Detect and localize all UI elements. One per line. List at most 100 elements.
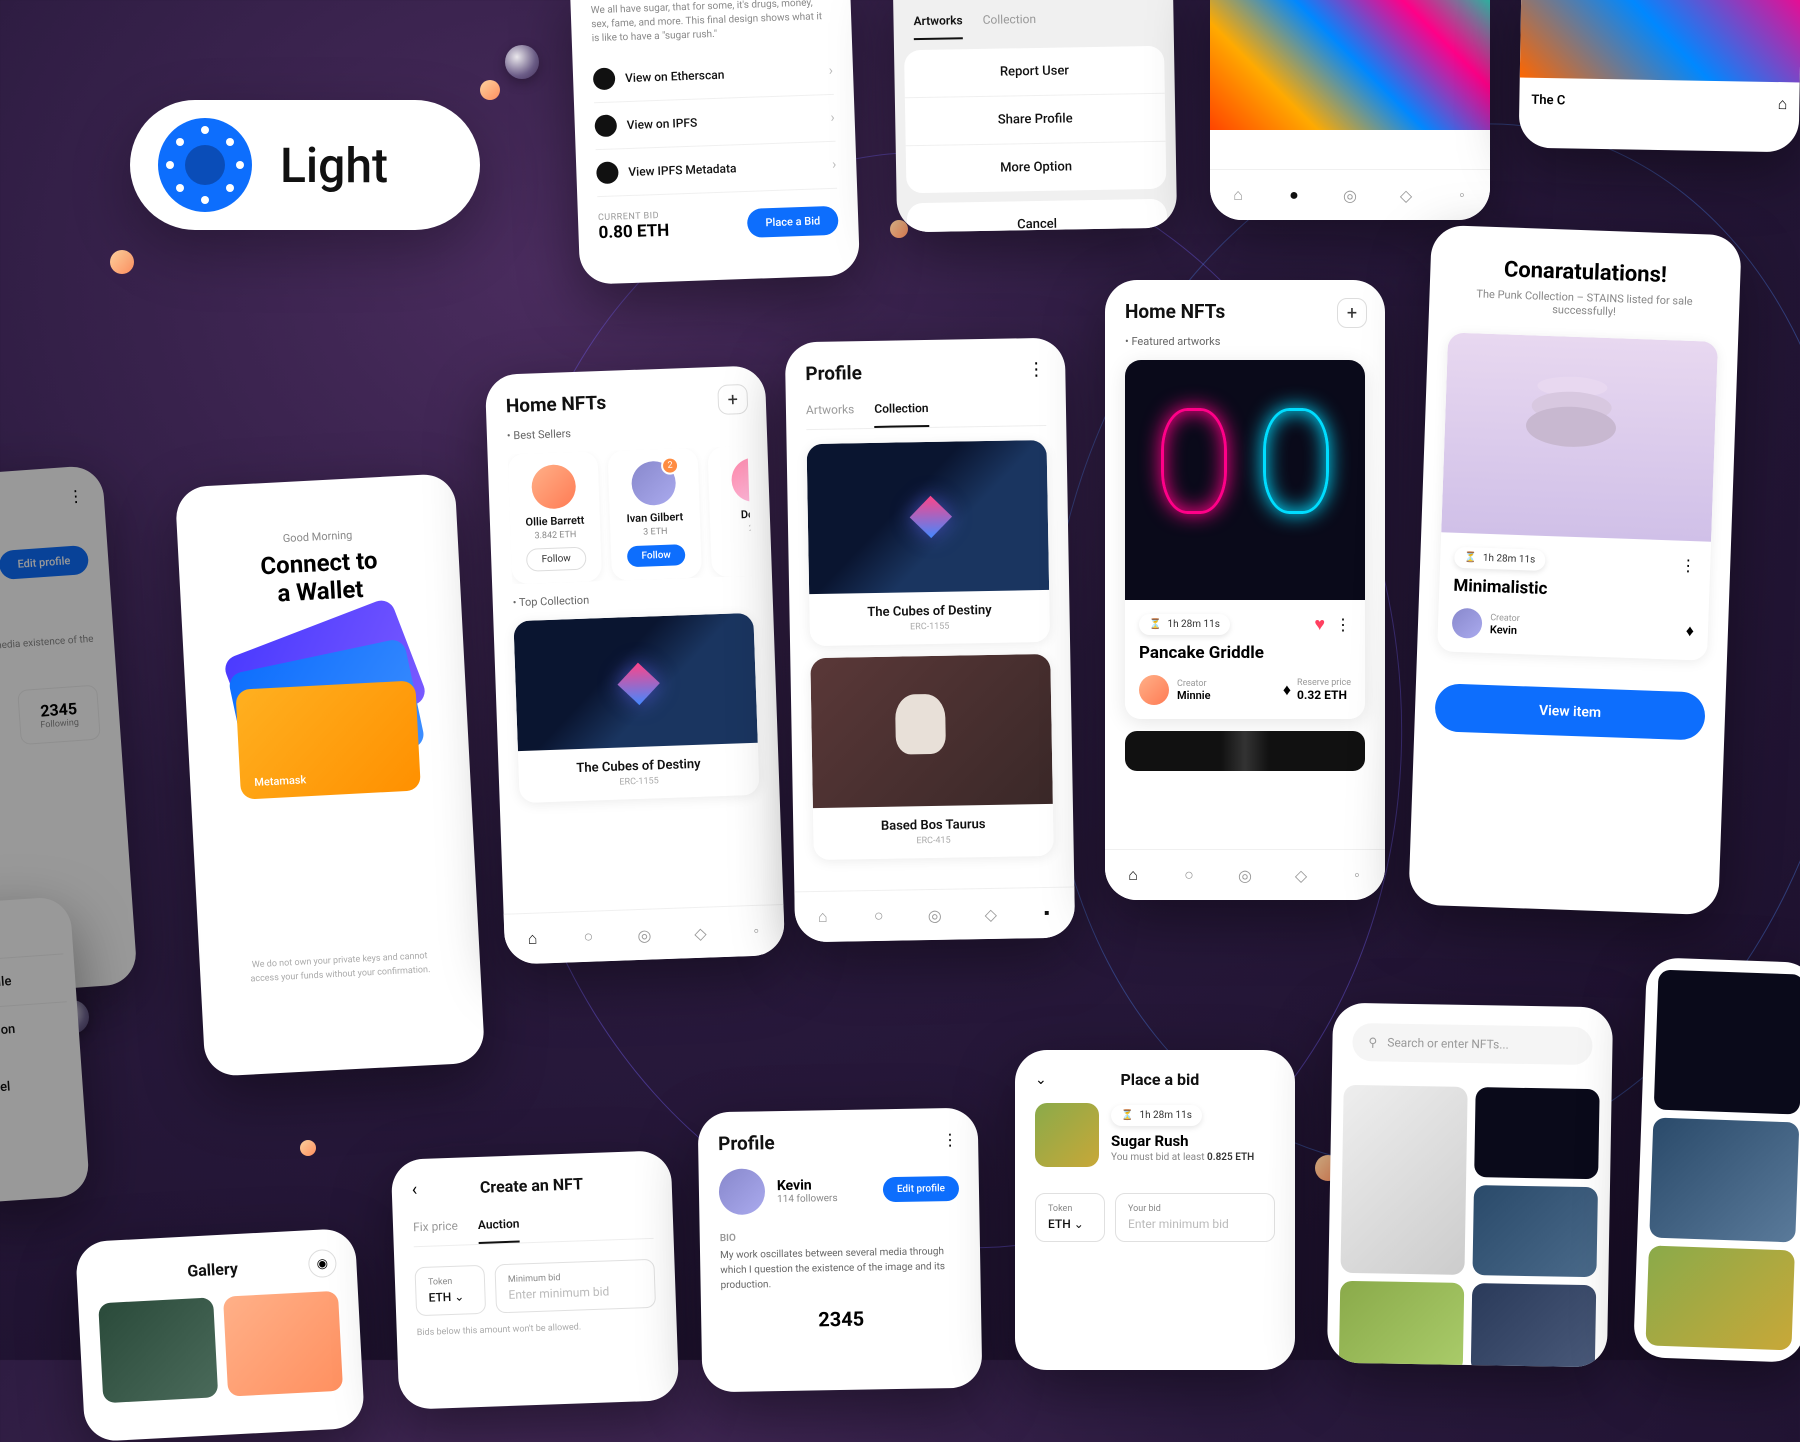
favorite-button[interactable]: ♥ — [1314, 614, 1325, 635]
profile-icon[interactable]: ◦ — [1451, 184, 1473, 206]
avatar — [531, 464, 577, 510]
gallery-item[interactable] — [98, 1297, 218, 1403]
action-item[interactable]: t User — [0, 907, 63, 963]
profile-icon[interactable]: ◦ — [745, 920, 768, 943]
token-select[interactable]: Token ETH ⌄ — [414, 1265, 486, 1316]
wallet-card-metamask[interactable]: Metamask — [235, 680, 421, 799]
screen-profile-collection: Profile ⋮ Artworks Collection The Cubes … — [785, 338, 1075, 943]
ipfs-icon — [594, 114, 617, 137]
follow-button[interactable]: Follow — [526, 547, 586, 572]
profile-icon[interactable]: ◦ — [1346, 864, 1368, 886]
action-report[interactable]: Report User — [904, 46, 1165, 99]
camera-icon[interactable]: ◉ — [308, 1249, 337, 1278]
listed-nft-card[interactable]: ⏳ 1h 28m 11s ⋮ Minimalistic Creator Kevi… — [1437, 332, 1718, 660]
grid-thumb[interactable] — [1645, 1245, 1794, 1350]
home-icon[interactable]: ⌂ — [1122, 864, 1144, 886]
minimum-bid-input[interactable]: Minimum bid Enter minimum bid — [494, 1259, 656, 1314]
compass-icon[interactable]: ◎ — [924, 904, 946, 926]
tab-collection[interactable]: Collection — [874, 391, 929, 428]
price-value: 0.32 ETH — [1297, 688, 1351, 702]
more-icon[interactable]: ⋮ — [1027, 359, 1045, 380]
edit-profile-button[interactable]: Edit profile — [883, 1175, 959, 1201]
home-icon[interactable]: ⌂ — [521, 927, 544, 950]
compass-icon[interactable]: ◎ — [1234, 864, 1256, 886]
seller-card[interactable]: 2 Ivan Gilbert 3 ETH Follow — [608, 448, 702, 581]
more-icon[interactable]: ⋮ — [942, 1130, 958, 1149]
nft-title: Pancake Griddle — [1139, 643, 1351, 663]
link-metadata[interactable]: View IPFS Metadata › — [596, 142, 837, 197]
bio-label: BIO — [720, 1229, 960, 1244]
grid-thumb[interactable] — [1649, 1117, 1799, 1242]
view-item-button[interactable]: View item — [1434, 683, 1706, 740]
wallet-cards[interactable]: Metamask — [202, 619, 452, 831]
action-item[interactable]: e Profile — [0, 954, 67, 1010]
edit-profile-button[interactable]: Edit profile — [0, 545, 89, 580]
screen-create-nft: ‹ Create an NFT Fix price Auction Token … — [391, 1150, 680, 1410]
bell-icon[interactable]: ◇ — [1290, 864, 1312, 886]
tab-fix-price[interactable]: Fix price — [412, 1209, 458, 1247]
section-top-collection: • Top Collection — [513, 588, 753, 609]
tabbar: ⌂ ○ ◎ ◇ ◦ — [1105, 849, 1385, 900]
seller-card[interactable]: Dollie 2.5 — [707, 446, 752, 577]
search-icon[interactable]: ○ — [577, 925, 600, 948]
action-more[interactable]: More Option — [906, 142, 1167, 194]
profile-icon[interactable]: ▪ — [1036, 902, 1058, 924]
bid-input[interactable]: Your bid Enter minimum bid — [1115, 1193, 1275, 1242]
home-icon[interactable]: ⌂ — [1777, 94, 1787, 114]
grid-thumb[interactable] — [1654, 970, 1800, 1115]
token-select[interactable]: Token ETH ⌄ — [1035, 1193, 1105, 1242]
link-ipfs[interactable]: View on IPFS › — [594, 95, 835, 150]
page-title: Place a bid — [1059, 1070, 1261, 1089]
eth-icon: ♦ — [1685, 621, 1694, 641]
search-icon[interactable]: ○ — [1178, 864, 1200, 886]
tab-artworks[interactable]: Artworks — [806, 392, 855, 429]
seller-card[interactable]: Ollie Barrett 3.842 ETH Follow — [508, 451, 602, 584]
featured-nft-card[interactable]: ⏳ 1h 28m 11s ♥ ⋮ Pancake Griddle Creator… — [1125, 360, 1365, 719]
chevron-right-icon: › — [829, 63, 834, 79]
action-item[interactable]: e Option — [0, 1002, 70, 1057]
close-icon[interactable]: ⌄ — [1035, 1072, 1047, 1088]
compass-icon[interactable]: ◎ — [1339, 184, 1361, 206]
dot-icon[interactable]: ● — [1283, 184, 1305, 206]
search-result-thumb[interactable] — [1340, 1085, 1467, 1275]
link-etherscan[interactable]: View on Etherscan › — [592, 48, 833, 103]
compass-icon[interactable]: ◎ — [633, 923, 656, 946]
nft-card[interactable]: The Cubes of Destiny ERC-1155 — [513, 613, 759, 803]
add-button[interactable]: + — [717, 384, 748, 415]
bell-icon[interactable]: ◇ — [1395, 184, 1417, 206]
screen-nft-detail: We all have sugar, that for some, it's d… — [570, 0, 860, 285]
place-bid-button[interactable]: Place a Bid — [747, 205, 839, 237]
action-share[interactable]: Share Profile — [905, 94, 1166, 147]
back-icon[interactable]: ‹ — [411, 1179, 417, 1200]
wallet-disclaimer: We do not own your private keys and cann… — [220, 948, 461, 988]
sun-icon — [158, 118, 252, 212]
search-icon[interactable]: ○ — [868, 905, 890, 927]
add-button[interactable]: + — [1337, 298, 1367, 328]
chevron-right-icon: › — [832, 157, 837, 173]
nft-card[interactable]: The Cubes of Destiny ERC-1155 — [807, 440, 1050, 646]
home-icon[interactable]: ⌂ — [812, 906, 834, 928]
more-icon[interactable]: ⋮ — [0, 486, 84, 514]
follow-button[interactable]: Follow — [627, 544, 685, 567]
gallery-item[interactable] — [223, 1291, 343, 1397]
tabbar: ⌂ ○ ◎ ◇ ▪ — [794, 887, 1075, 943]
tab-artworks[interactable]: Artworks — [913, 3, 963, 40]
bell-icon[interactable]: ◇ — [980, 903, 1002, 925]
action-cancel[interactable]: Cancel — [0, 1059, 74, 1114]
tab-collection[interactable]: Collection — [982, 2, 1036, 39]
search-result-thumb[interactable] — [1474, 1087, 1600, 1179]
bell-icon[interactable]: ◇ — [689, 922, 712, 945]
search-result-thumb[interactable] — [1471, 1283, 1597, 1367]
home-icon[interactable]: ⌂ — [1227, 184, 1249, 206]
nft-image — [807, 440, 1050, 594]
nft-card[interactable]: Based Bos Taurus ERC-415 — [810, 654, 1053, 860]
action-cancel[interactable]: Cancel — [907, 199, 1168, 233]
tabbar: ⌂ ● ◎ ◇ ◦ — [1210, 169, 1490, 220]
tab-auction[interactable]: Auction — [477, 1207, 520, 1244]
search-result-thumb[interactable] — [1472, 1185, 1598, 1277]
more-icon[interactable]: ⋮ — [1680, 556, 1697, 576]
search-input[interactable]: ⚲ Search or enter NFTs... — [1352, 1023, 1593, 1065]
more-icon[interactable]: ⋮ — [1335, 615, 1351, 634]
search-result-thumb[interactable] — [1339, 1281, 1465, 1368]
creator-name: Kevin — [1490, 623, 1520, 637]
